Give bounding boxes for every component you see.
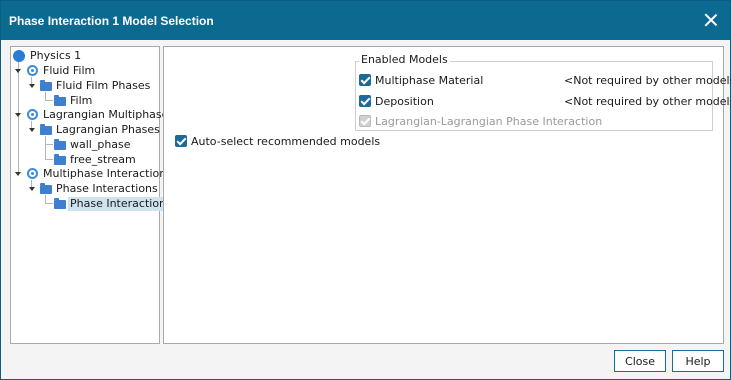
chevron-down-icon[interactable] (28, 82, 37, 91)
chevron-down-icon[interactable] (28, 126, 37, 135)
folder-icon (40, 80, 52, 91)
tree-connector (45, 100, 53, 101)
tree-item-label: Physics 1 (30, 49, 82, 62)
physics-continuum-icon (13, 50, 25, 62)
multiphase-material-label: Multiphase Material (375, 74, 484, 87)
dialog-title: Phase Interaction 1 Model Selection (9, 14, 214, 28)
folder-icon (54, 95, 66, 106)
model-icon (27, 65, 38, 76)
requirement-note: <Not required by other models> (564, 95, 731, 108)
tree-item-label: Phase Interaction 1 (68, 197, 179, 211)
lagrangian-phase-interaction-checkbox (359, 115, 371, 127)
folder-icon (54, 154, 66, 165)
chevron-down-icon[interactable] (28, 185, 37, 194)
requirement-note: <Not required by other models> (564, 74, 731, 87)
title-bar: Phase Interaction 1 Model Selection (1, 1, 730, 40)
tree-item-label: Film (70, 94, 93, 107)
tree-item-label: Lagrangian Phases (56, 123, 160, 136)
chevron-down-icon[interactable] (14, 111, 23, 120)
folder-icon (54, 139, 66, 150)
deposition-label: Deposition (375, 95, 434, 108)
tree-connector (45, 203, 53, 204)
model-icon (27, 109, 38, 120)
tree-connector (45, 136, 46, 160)
folder-icon (40, 124, 52, 135)
folder-icon (40, 183, 52, 194)
auto-select-label: Auto-select recommended models (191, 135, 381, 148)
model-selection-panel: Enabled Models Multiphase Material <Not … (163, 46, 731, 344)
lagrangian-phase-interaction-label: Lagrangian-Lagrangian Phase Interaction (375, 115, 603, 128)
tree-connector (45, 159, 53, 160)
tree-item-label: Phase Interactions (56, 182, 158, 195)
enabled-models-title: Enabled Models (359, 53, 450, 66)
model-icon (27, 168, 38, 179)
tree-item-label: Fluid Film (43, 64, 96, 77)
tree-item-label: free_stream (70, 153, 136, 166)
help-button[interactable]: Help (672, 350, 724, 372)
tree-item-label: Multiphase Interaction (43, 167, 167, 180)
close-icon[interactable] (702, 11, 720, 29)
close-button[interactable]: Close (614, 350, 666, 372)
folder-icon (54, 198, 66, 209)
deposition-checkbox[interactable] (359, 95, 371, 107)
auto-select-checkbox[interactable] (175, 135, 187, 147)
physics-tree: Physics 1 Fluid Film Fluid Film Phases F… (10, 46, 179, 344)
tree-item-label: Fluid Film Phases (56, 79, 151, 92)
tree-connector (45, 144, 53, 145)
tree-item-label: wall_phase (70, 138, 131, 151)
multiphase-material-checkbox[interactable] (359, 74, 371, 86)
chevron-down-icon[interactable] (14, 170, 23, 179)
chevron-down-icon[interactable] (14, 67, 23, 76)
model-selection-dialog: Phase Interaction 1 Model Selection Phys… (0, 0, 731, 380)
tree-item-label: Lagrangian Multiphase (43, 108, 169, 121)
